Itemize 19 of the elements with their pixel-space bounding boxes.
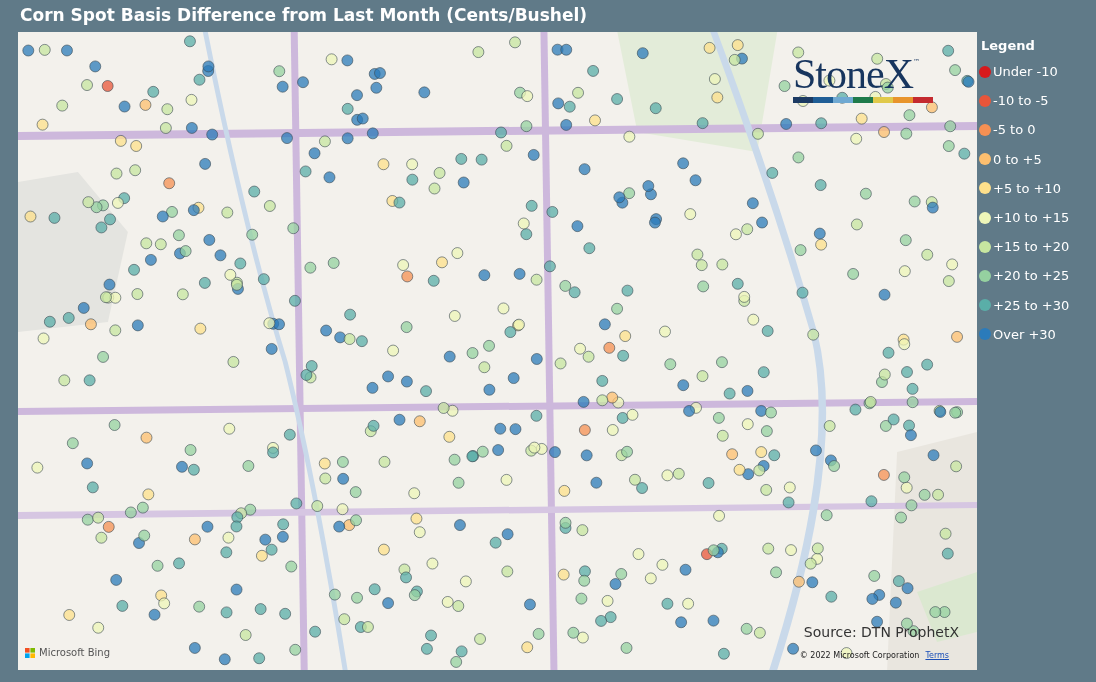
chart-title: Corn Spot Basis Difference from Last Month (Cents/Bushel): [20, 4, 589, 27]
legend-label: +25 to +30: [993, 297, 1070, 313]
legend-label: -10 to -5: [993, 93, 1049, 109]
windows-logo-icon: [25, 647, 35, 658]
terms-link[interactable]: Terms: [925, 651, 949, 660]
legend-label: +5 to +10: [993, 180, 1061, 196]
legend-label: Under -10: [993, 64, 1058, 80]
legend-label: Over +30: [993, 326, 1056, 342]
legend-label: +20 to +25: [993, 268, 1070, 284]
logo-stripe-icon: [793, 97, 933, 103]
stonex-logo: StoneX: [793, 54, 913, 94]
legend-label: +15 to +20: [993, 239, 1070, 255]
source-note: Source: DTN ProphetX: [803, 624, 959, 640]
legend-title: Legend: [981, 37, 1036, 55]
legend-label: -5 to 0: [993, 122, 1036, 138]
map-attribution: Microsoft Bing: [39, 647, 110, 658]
legend-label: +10 to +15: [993, 210, 1070, 226]
copyright-text: © 2022 Microsoft Corporation: [799, 651, 920, 660]
legend-label: 0 to +5: [993, 151, 1042, 167]
